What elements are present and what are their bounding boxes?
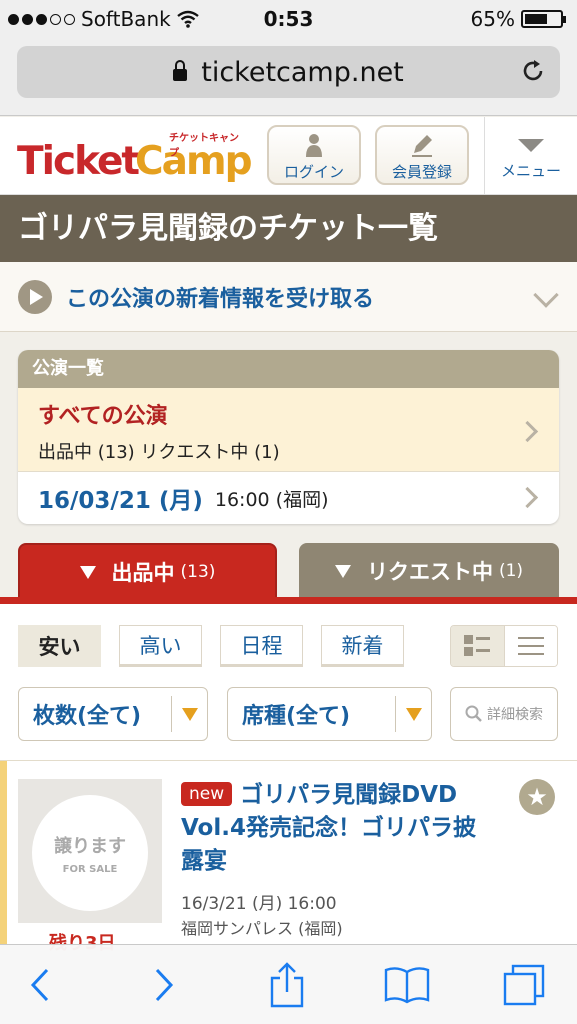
advanced-search-label: 詳細検索 — [487, 707, 543, 723]
login-label: ログイン — [283, 163, 344, 181]
sort-cheap[interactable]: 安い — [18, 625, 101, 667]
listing-date: 16/3/21 (月) 16:00 — [181, 894, 337, 914]
dropdown-arrow-icon — [395, 696, 431, 732]
listing-title[interactable]: new ゴリパラ見聞録DVD Vol.4発売記念！ゴリパラ披露宴 — [181, 779, 493, 878]
play-icon — [18, 279, 52, 314]
tab-for-sale-count: (13) — [180, 562, 216, 582]
sort-newest[interactable]: 新着 — [321, 625, 404, 667]
seat-type-select-value: 席種(全て) — [242, 704, 351, 729]
forward-button[interactable] — [142, 963, 186, 1007]
battery-icon — [521, 10, 566, 28]
site-header: Ticket Camp チケットキャンプ ログイン 会員登録 メニュー — [0, 117, 577, 195]
bookmarks-button[interactable] — [383, 963, 431, 1007]
login-button[interactable]: ログイン — [267, 125, 361, 185]
register-label: 会員登録 — [391, 163, 452, 181]
page-title: ゴリパラ見聞録のチケット一覧 — [0, 195, 577, 262]
browser-chrome: ticketcamp.net — [0, 40, 577, 116]
book-icon — [384, 967, 430, 1004]
tab-requests-label: リクエスト中 — [366, 560, 493, 584]
list-view-button[interactable] — [503, 626, 557, 666]
thumbnail-list-icon — [464, 635, 491, 656]
forward-arrow-icon — [155, 968, 174, 1002]
battery-percent: 65% — [470, 7, 515, 31]
back-button[interactable] — [18, 963, 62, 1007]
menu-button[interactable]: メニュー — [484, 117, 577, 194]
battery-status: 65% — [470, 7, 566, 31]
tabs-button[interactable] — [502, 963, 546, 1007]
performance-date: 16/03/21 (月) — [38, 488, 203, 514]
tab-requests-count: (1) — [498, 561, 524, 581]
performance-item[interactable]: 16/03/21 (月) 16:00 (福岡) — [18, 472, 559, 524]
triangle-down-icon — [334, 564, 351, 578]
menu-triangle-icon — [518, 139, 544, 152]
for-sale-seal: 譲ります FOR SALE — [36, 799, 144, 907]
search-icon — [465, 705, 482, 722]
grid-view-button[interactable] — [451, 626, 504, 666]
follow-updates-label: この公演の新着情報を受け取る — [66, 286, 375, 312]
chevron-down-icon — [533, 282, 559, 308]
sort-date[interactable]: 日程 — [220, 625, 303, 667]
triangle-down-icon — [79, 565, 96, 579]
tab-for-sale[interactable]: 出品中 (13) — [18, 543, 277, 599]
share-button[interactable] — [265, 962, 309, 1008]
browser-toolbar — [0, 944, 577, 1024]
tab-for-sale-label: 出品中 — [111, 561, 175, 585]
reload-icon[interactable] — [520, 58, 546, 84]
tab-underline — [0, 597, 577, 604]
address-bar[interactable]: ticketcamp.net — [17, 46, 560, 98]
listing-venue: 福岡サンパレス (福岡) — [181, 919, 343, 938]
tab-requests[interactable]: リクエスト中 (1) — [299, 543, 559, 599]
follow-updates-row[interactable]: この公演の新着情報を受け取る — [0, 262, 577, 332]
seat-type-select[interactable]: 席種(全て) — [227, 687, 432, 741]
performance-list: 公演一覧 すべての公演 出品中 (13) リクエスト中 (1) 16/03/21… — [18, 350, 559, 524]
logo-ticket-text: Ticket — [17, 139, 140, 184]
favorite-star-icon[interactable]: ★ — [519, 779, 555, 815]
back-arrow-icon — [30, 968, 49, 1002]
listing-thumbnail[interactable]: 譲ります FOR SALE — [18, 779, 162, 923]
all-performances-item[interactable]: すべての公演 出品中 (13) リクエスト中 (1) — [18, 388, 559, 472]
quantity-select[interactable]: 枚数(全て) — [18, 687, 208, 741]
chevron-right-icon — [516, 486, 539, 509]
seal-subtext: FOR SALE — [62, 863, 118, 875]
view-toggle — [450, 625, 558, 667]
share-icon — [270, 962, 304, 1008]
dropdown-arrow-icon — [171, 696, 207, 732]
tabs-icon — [503, 964, 545, 1006]
ticket-listing[interactable]: 譲ります FOR SALE 残り3日 newゴリパラ見聞録DVD Vol.4発売… — [0, 761, 577, 954]
user-icon — [306, 134, 322, 157]
list-icon — [517, 637, 544, 655]
all-performances-summary: 出品中 (13) リクエスト中 (1) — [38, 442, 280, 463]
all-performances-title: すべての公演 — [38, 404, 168, 429]
ticketcamp-logo[interactable]: Ticket Camp チケットキャンプ — [17, 127, 252, 187]
advanced-search-button[interactable]: 詳細検索 — [450, 687, 558, 741]
pencil-icon — [412, 135, 432, 157]
menu-label: メニュー — [500, 162, 561, 180]
seal-text: 譲ります — [54, 835, 126, 857]
register-button[interactable]: 会員登録 — [375, 125, 469, 185]
lock-icon — [173, 60, 188, 81]
performance-list-heading: 公演一覧 — [18, 350, 559, 388]
logo-kana: チケットキャンプ — [169, 133, 239, 159]
performance-time: 16:00 (福岡) — [214, 488, 329, 511]
new-badge: new — [181, 782, 233, 806]
url-text: ticketcamp.net — [201, 56, 404, 88]
sort-expensive[interactable]: 高い — [119, 625, 202, 667]
quantity-select-value: 枚数(全て) — [33, 704, 142, 729]
status-bar: SoftBank 0:53 65% — [0, 0, 577, 40]
